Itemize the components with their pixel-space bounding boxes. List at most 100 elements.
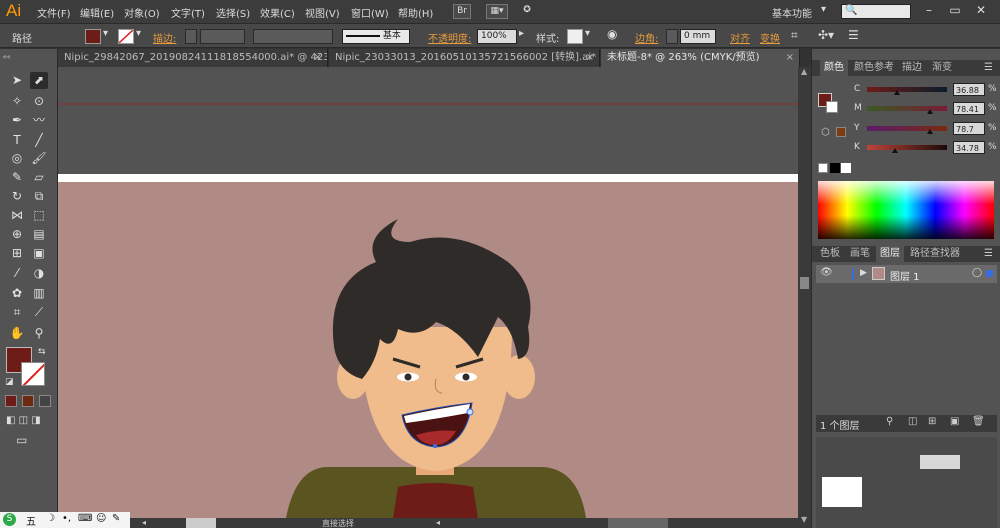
none-swatch[interactable] xyxy=(818,163,828,173)
fill-dropdown-icon[interactable]: ▾ xyxy=(103,28,108,39)
gradient-mode-icon[interactable] xyxy=(22,395,34,407)
layer-row[interactable]: 👁 ▶ 图层 1 ◯ xyxy=(816,265,997,283)
perspective-grid-tool-icon[interactable]: ▤ xyxy=(30,226,48,243)
workspace-dropdown-icon[interactable]: ▾ xyxy=(821,4,826,15)
stroke-weight-dropdown[interactable] xyxy=(200,29,245,44)
arrange-documents-icon[interactable]: ▦▾ xyxy=(486,4,508,19)
document-canvas[interactable] xyxy=(58,67,798,518)
style-dropdown-icon[interactable]: ▾ xyxy=(585,28,590,39)
yellow-slider-thumb[interactable] xyxy=(926,129,933,134)
scroll-left-icon[interactable]: ◂ xyxy=(436,518,440,527)
color-mode-icon[interactable] xyxy=(5,395,17,407)
stroke-weight-stepper[interactable] xyxy=(185,29,197,44)
target-icon[interactable]: ◯ xyxy=(972,268,982,278)
ime-settings-icon[interactable]: ✎ xyxy=(112,513,120,524)
black-swatch[interactable] xyxy=(830,163,840,173)
yellow-slider-row[interactable]: Y 78.7 % xyxy=(854,122,999,136)
bridge-icon[interactable]: Br xyxy=(453,4,471,19)
transform-label[interactable]: 变换 xyxy=(760,30,780,45)
maximize-icon[interactable]: ▭ xyxy=(944,3,966,19)
visibility-eye-icon[interactable]: 👁 xyxy=(820,267,833,278)
panel-menu-icon[interactable]: ☰ xyxy=(984,248,993,259)
tab-swatches[interactable]: 色板 xyxy=(816,246,844,262)
opacity-field[interactable]: 100% xyxy=(477,29,517,44)
hand-tool-icon[interactable]: ✋ xyxy=(8,325,26,342)
isolate-icon[interactable]: ⌗ xyxy=(791,28,798,43)
menu-select[interactable]: 选择(S) xyxy=(216,5,250,20)
gpu-performance-icon[interactable]: ✪ xyxy=(518,4,536,19)
menu-window[interactable]: 窗口(W) xyxy=(351,5,389,20)
artboard-number-field[interactable] xyxy=(186,518,216,528)
brush-definition-dropdown[interactable]: 基本 xyxy=(342,29,410,44)
rotate-tool-icon[interactable]: ↻ xyxy=(8,188,26,205)
line-segment-tool-icon[interactable]: ╱ xyxy=(30,132,48,149)
pen-tool-icon[interactable]: ✒ xyxy=(8,112,26,129)
tab-gradient[interactable]: 渐变 xyxy=(928,60,956,76)
gamut-swatch[interactable] xyxy=(836,127,846,137)
cyan-value-field[interactable]: 36.88 xyxy=(953,83,985,96)
symbol-sprayer-tool-icon[interactable]: ✿ xyxy=(8,285,26,302)
locate-object-icon[interactable]: ⚲ xyxy=(886,416,893,427)
stroke-dropdown-icon[interactable]: ▾ xyxy=(136,28,141,39)
scroll-down-icon[interactable]: ▼ xyxy=(801,515,807,524)
black-slider-thumb[interactable] xyxy=(891,148,898,153)
menu-file[interactable]: 文件(F) xyxy=(37,5,71,20)
search-field[interactable]: 🔍 xyxy=(841,4,911,19)
black-value-field[interactable]: 34.78 xyxy=(953,141,985,154)
yellow-value-field[interactable]: 78.7 xyxy=(953,122,985,135)
selection-tool-icon[interactable]: ➤ xyxy=(8,72,26,89)
recolor-artwork-icon[interactable]: ◉ xyxy=(607,27,617,41)
free-transform-tool-icon[interactable]: ⬚ xyxy=(30,207,48,224)
menu-effect[interactable]: 效果(C) xyxy=(260,5,295,20)
type-tool-icon[interactable]: T xyxy=(8,132,26,149)
black-slider-row[interactable]: K 34.78 % xyxy=(854,141,999,155)
scroll-up-icon[interactable]: ▲ xyxy=(801,67,807,76)
stroke-label[interactable]: 描边: xyxy=(153,30,176,45)
magenta-slider-row[interactable]: M 78.41 % xyxy=(854,102,999,116)
yellow-slider-track[interactable] xyxy=(867,126,947,131)
cyan-slider-thumb[interactable] xyxy=(893,90,900,95)
slice-tool-icon[interactable]: ⟋ xyxy=(30,304,48,321)
stroke-color-box[interactable] xyxy=(826,101,838,113)
scale-tool-icon[interactable]: ⧉ xyxy=(30,188,48,205)
menu-edit[interactable]: 编辑(E) xyxy=(80,5,114,20)
stroke-color-box[interactable] xyxy=(21,362,45,386)
ime-user-icon[interactable]: ☺ xyxy=(96,513,106,524)
white-swatch[interactable] xyxy=(841,163,851,173)
workspace-switcher[interactable]: 基本功能 xyxy=(772,5,812,20)
scroll-thumb[interactable] xyxy=(800,277,809,289)
blend-tool-icon[interactable]: ◑ xyxy=(30,265,48,282)
pencil-tool-icon[interactable]: ✎ xyxy=(8,169,26,186)
new-sublayer-icon[interactable]: ⊞ xyxy=(928,416,936,427)
document-tab-1[interactable]: Nipic_29842067_20190824111818554000.ai* … xyxy=(58,49,328,67)
eraser-tool-icon[interactable]: ▱ xyxy=(30,169,48,186)
document-tab-3[interactable]: 未标题-8* @ 263% (CMYK/预览) × xyxy=(601,49,800,67)
layer-name[interactable]: 图层 1 xyxy=(890,268,920,283)
menu-view[interactable]: 视图(V) xyxy=(305,5,340,20)
magenta-slider-track[interactable] xyxy=(867,106,947,111)
shape-builder-tool-icon[interactable]: ⊕ xyxy=(8,226,26,243)
ime-moon-icon[interactable]: ☽ xyxy=(46,513,55,524)
tab-brushes[interactable]: 画笔 xyxy=(846,246,874,262)
menu-help[interactable]: 帮助(H) xyxy=(398,5,433,20)
swap-fill-stroke-icon[interactable]: ⇆ xyxy=(38,347,46,357)
artboard-tool-icon[interactable]: ⌗ xyxy=(8,304,26,321)
fill-swatch[interactable] xyxy=(85,29,101,44)
eyedropper-tool-icon[interactable]: ⁄ xyxy=(8,265,26,282)
menu-type[interactable]: 文字(T) xyxy=(171,5,205,20)
ellipse-tool-icon[interactable]: ◎ xyxy=(8,150,26,167)
out-of-gamut-icon[interactable]: ⬡ xyxy=(821,127,830,138)
make-clipping-mask-icon[interactable]: ◫ xyxy=(908,416,917,427)
delete-layer-icon[interactable]: 🗑 xyxy=(972,416,985,427)
screen-mode-icon[interactable]: ▭ xyxy=(16,433,27,447)
menu-object[interactable]: 对象(O) xyxy=(124,5,160,20)
align-label[interactable]: 对齐 xyxy=(730,30,750,45)
expand-layer-icon[interactable]: ▶ xyxy=(860,268,867,278)
stroke-swatch[interactable] xyxy=(118,29,134,44)
corner-stepper[interactable] xyxy=(666,29,678,44)
close-tab-icon[interactable]: × xyxy=(586,49,594,67)
opacity-dropdown-icon[interactable]: ▸ xyxy=(519,28,524,39)
vertical-scrollbar[interactable]: ▲ ▼ xyxy=(798,67,811,528)
artboard-nav-icon[interactable]: ◂ xyxy=(142,518,146,527)
panel-menu-icon[interactable]: ☰ xyxy=(848,28,859,42)
